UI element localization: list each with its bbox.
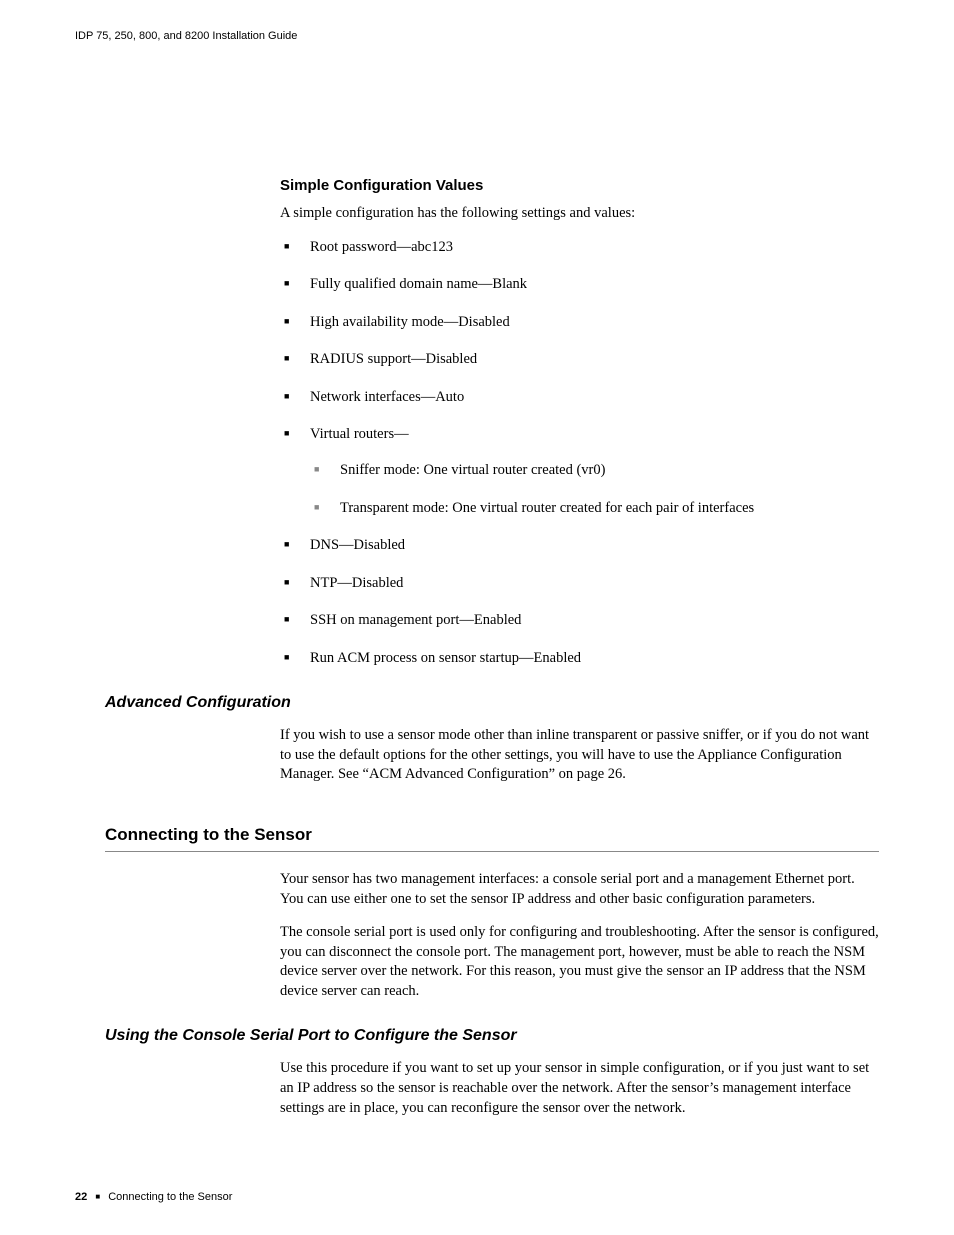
section-divider	[105, 851, 879, 852]
config-values-list: Root password—abc123 Fully qualified dom…	[280, 238, 879, 669]
list-item: SSH on management port—Enabled	[280, 611, 879, 631]
footer-section-name: Connecting to the Sensor	[108, 1191, 232, 1203]
list-item: Run ACM process on sensor startup—Enable…	[280, 649, 879, 669]
page-number: 22	[75, 1191, 87, 1203]
list-item: Virtual routers— Sniffer mode: One virtu…	[280, 425, 879, 518]
list-item: High availability mode—Disabled	[280, 313, 879, 333]
list-item: DNS—Disabled	[280, 536, 879, 556]
page-header: IDP 75, 250, 800, and 8200 Installation …	[75, 30, 879, 42]
list-item: NTP—Disabled	[280, 574, 879, 594]
heading-simple-config-values: Simple Configuration Values	[280, 177, 879, 194]
body-paragraph: Use this procedure if you want to set up…	[280, 1059, 879, 1118]
list-item: Root password—abc123	[280, 238, 879, 258]
list-item: Sniffer mode: One virtual router created…	[310, 461, 879, 481]
heading-advanced-configuration: Advanced Configuration	[105, 694, 879, 712]
footer-separator-icon: ■	[95, 1192, 100, 1201]
body-paragraph: The console serial port is used only for…	[280, 923, 879, 1001]
list-item: Transparent mode: One virtual router cre…	[310, 499, 879, 519]
list-item: RADIUS support—Disabled	[280, 350, 879, 370]
list-item: Fully qualified domain name—Blank	[280, 275, 879, 295]
list-item-label: Virtual routers—	[310, 426, 409, 442]
page-footer: 22 ■ Connecting to the Sensor	[75, 1191, 232, 1203]
body-paragraph: If you wish to use a sensor mode other t…	[280, 726, 879, 785]
intro-text: A simple configuration has the following…	[280, 204, 879, 224]
body-paragraph: Your sensor has two management interface…	[280, 870, 879, 909]
list-item: Network interfaces—Auto	[280, 388, 879, 408]
heading-console-serial-port: Using the Console Serial Port to Configu…	[105, 1027, 879, 1045]
virtual-routers-sublist: Sniffer mode: One virtual router created…	[310, 461, 879, 518]
heading-connecting-to-sensor: Connecting to the Sensor	[105, 825, 879, 845]
